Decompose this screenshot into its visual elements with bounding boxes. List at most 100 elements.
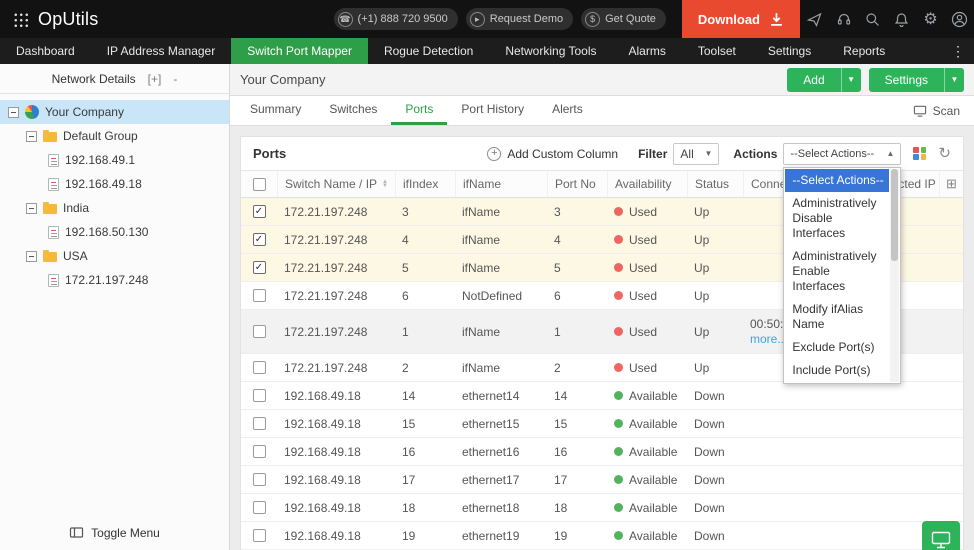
tree-item-172-21-197-248[interactable]: 172.21.197.248 (0, 268, 229, 292)
tree-expander-icon[interactable] (26, 131, 37, 142)
menu-item-select-actions[interactable]: --Select Actions-- (785, 169, 889, 192)
row-checkbox[interactable] (253, 361, 266, 374)
cell-status: Down (687, 529, 743, 543)
expand-all-button[interactable]: [+] (148, 72, 162, 86)
select-all-checkbox[interactable] (253, 178, 266, 191)
cell-availability: Available (607, 445, 687, 459)
phone-pill[interactable]: ☎ (+1) 888 720 9500 (334, 8, 458, 30)
settings-button[interactable]: Settings ▼ (869, 68, 964, 92)
row-checkbox[interactable] (253, 289, 266, 302)
gear-icon[interactable]: ⚙ (916, 0, 945, 38)
sort-icon[interactable]: ▲▼ (382, 180, 388, 188)
user-avatar-icon[interactable] (945, 0, 974, 38)
table-row[interactable]: 192.168.49.1816ethernet1616AvailableDown (241, 438, 963, 466)
col-header-ifname[interactable]: ifName (455, 171, 547, 197)
cell-ifname: ifName (455, 261, 547, 275)
nav-overflow-menu-icon[interactable]: ⋮ (942, 38, 974, 64)
tab-alerts[interactable]: Alerts (538, 96, 597, 125)
menu-scrollbar[interactable] (890, 169, 899, 382)
add-button[interactable]: Add ▼ (787, 68, 860, 92)
menu-item-administratively-enable-interfaces[interactable]: Administratively Enable Interfaces (785, 245, 889, 298)
app-grid-icon[interactable] (12, 11, 28, 27)
tab-port-history[interactable]: Port History (447, 96, 538, 125)
device-icon (48, 178, 59, 191)
send-icon[interactable] (800, 0, 829, 38)
row-checkbox[interactable]: ✓ (253, 261, 266, 274)
tree-item-label: Your Company (45, 105, 124, 119)
menu-item-modify-ifalias-name[interactable]: Modify ifAlias Name (785, 298, 889, 336)
download-label: Download (698, 12, 760, 27)
col-header-switch-name-ip[interactable]: Switch Name / IP▲▼ (277, 171, 395, 197)
row-checkbox[interactable] (253, 417, 266, 430)
row-checkbox[interactable] (253, 473, 266, 486)
row-checkbox[interactable] (253, 501, 266, 514)
row-checkbox-cell (241, 501, 277, 514)
collapse-all-button[interactable]: - (173, 72, 177, 86)
tab-summary[interactable]: Summary (236, 96, 315, 125)
nav-item-dashboard[interactable]: Dashboard (0, 38, 91, 64)
nav-item-switch-port-mapper[interactable]: Switch Port Mapper (231, 38, 368, 64)
view-switch-grid-icon[interactable] (913, 147, 926, 160)
search-icon[interactable] (858, 0, 887, 38)
tree-item-default-group[interactable]: Default Group (0, 124, 229, 148)
tree-expander-icon[interactable] (8, 107, 19, 118)
col-header-status[interactable]: Status (687, 171, 743, 197)
add-caret-icon[interactable]: ▼ (841, 68, 861, 92)
toggle-menu-button[interactable]: Toggle Menu (0, 516, 229, 550)
cell-switch-ip: 192.168.49.18 (277, 417, 395, 431)
tree-item-192-168-50-130[interactable]: 192.168.50.130 (0, 220, 229, 244)
menu-item-administratively-disable-interfaces[interactable]: Administratively Disable Interfaces (785, 192, 889, 245)
settings-caret-icon[interactable]: ▼ (944, 68, 964, 92)
col-header-ifindex[interactable]: ifIndex (395, 171, 455, 197)
table-row[interactable]: 192.168.49.1819ethernet1919AvailableDown (241, 522, 963, 550)
nav-item-settings[interactable]: Settings (752, 38, 827, 64)
availability-label: Used (629, 289, 657, 303)
tree-item-192-168-49-1[interactable]: 192.168.49.1 (0, 148, 229, 172)
more-link[interactable]: more... (750, 332, 787, 347)
nav-item-reports[interactable]: Reports (827, 38, 901, 64)
filter-select[interactable]: All ▼ (673, 143, 719, 165)
request-demo-pill[interactable]: ▸ Request Demo (466, 8, 573, 30)
tree-item-usa[interactable]: USA (0, 244, 229, 268)
row-checkbox[interactable] (253, 529, 266, 542)
nav-item-rogue-detection[interactable]: Rogue Detection (368, 38, 489, 64)
nav-item-networking-tools[interactable]: Networking Tools (489, 38, 612, 64)
tree-item-india[interactable]: India (0, 196, 229, 220)
row-checkbox[interactable]: ✓ (253, 233, 266, 246)
tree-expander-icon[interactable] (26, 203, 37, 214)
nav-item-alarms[interactable]: Alarms (613, 38, 682, 64)
nav-items: DashboardIP Address ManagerSwitch Port M… (0, 38, 901, 64)
refresh-icon[interactable]: ↻ (938, 146, 951, 161)
scan-button[interactable]: Scan (899, 96, 974, 125)
menu-scrollbar-thumb[interactable] (891, 169, 898, 261)
col-header-port-no[interactable]: Port No (547, 171, 607, 197)
table-row[interactable]: 192.168.49.1814ethernet1414AvailableDown (241, 382, 963, 410)
tab-ports[interactable]: Ports (391, 96, 447, 125)
table-row[interactable]: 192.168.49.1817ethernet1717AvailableDown (241, 466, 963, 494)
tab-switches[interactable]: Switches (315, 96, 391, 125)
menu-item-include-port-s[interactable]: Include Port(s) (785, 359, 889, 382)
support-headset-icon[interactable] (829, 0, 858, 38)
row-checkbox[interactable]: ✓ (253, 205, 266, 218)
row-checkbox[interactable] (253, 445, 266, 458)
tree-item-your-company[interactable]: Your Company (0, 100, 229, 124)
column-chooser-icon[interactable]: ⊞ (946, 176, 957, 192)
nav-item-toolset[interactable]: Toolset (682, 38, 752, 64)
col-header-availability[interactable]: Availability (607, 171, 687, 197)
table-row[interactable]: 192.168.49.1815ethernet1515AvailableDown (241, 410, 963, 438)
row-checkbox[interactable] (253, 325, 266, 338)
get-quote-pill[interactable]: $ Get Quote (581, 8, 666, 30)
download-button[interactable]: Download (682, 0, 800, 38)
row-checkbox[interactable] (253, 389, 266, 402)
tree-item-label: 172.21.197.248 (65, 273, 148, 287)
tree-item-192-168-49-18[interactable]: 192.168.49.18 (0, 172, 229, 196)
menu-item-exclude-port-s[interactable]: Exclude Port(s) (785, 336, 889, 359)
tree-expander-icon[interactable] (26, 251, 37, 262)
cell-status: Up (687, 289, 743, 303)
notifications-bell-icon[interactable] (887, 0, 916, 38)
add-custom-column-button[interactable]: + Add Custom Column (487, 147, 618, 161)
table-row[interactable]: 192.168.49.1818ethernet1818AvailableDown (241, 494, 963, 522)
nav-item-ip-address-manager[interactable]: IP Address Manager (91, 38, 232, 64)
actions-select[interactable]: --Select Actions-- ▲ (783, 143, 901, 165)
live-chat-button[interactable] (922, 521, 960, 550)
